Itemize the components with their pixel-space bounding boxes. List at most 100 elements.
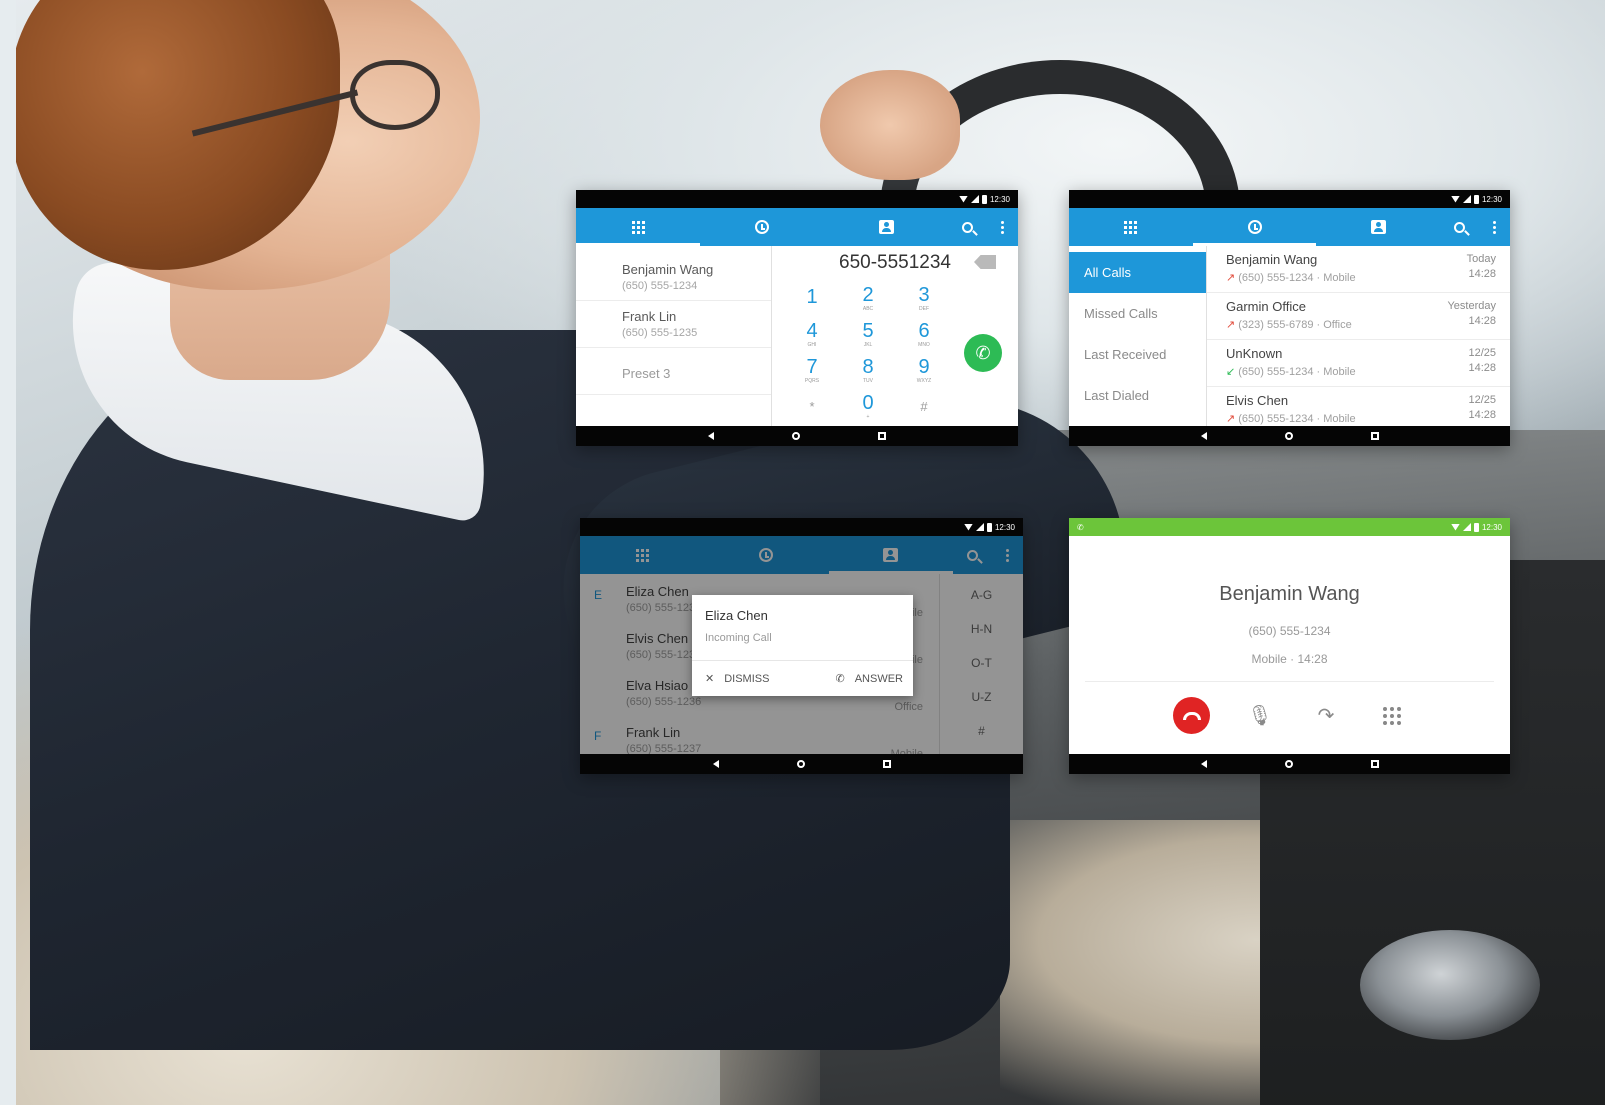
- back-icon[interactable]: [708, 432, 714, 440]
- key-letters: DEF: [919, 305, 929, 312]
- battery-icon: [1473, 522, 1479, 532]
- key-9[interactable]: 9 WXYZ: [896, 352, 952, 388]
- preset-item[interactable]: Benjamin Wang (650) 555-1234: [576, 254, 771, 301]
- outgoing-call-icon: ↗: [1226, 319, 1236, 331]
- filter-missed-calls[interactable]: Missed Calls: [1069, 293, 1206, 334]
- call-log-row[interactable]: Benjamin Wang ↗ (650) 555-1234 · Mobile T…: [1207, 246, 1510, 293]
- home-icon[interactable]: [1284, 432, 1293, 440]
- preset-name: Preset 3: [622, 366, 671, 381]
- status-time: 12:30: [994, 522, 1015, 532]
- key-5[interactable]: 5 JKL: [840, 316, 896, 352]
- home-icon[interactable]: [796, 760, 805, 768]
- system-nav-bar: [580, 754, 1023, 774]
- wifi-icon: [1450, 523, 1460, 531]
- phone-icon: ✆: [835, 673, 845, 685]
- dismiss-label: DISMISS: [724, 672, 770, 685]
- more-options-icon[interactable]: [1001, 220, 1004, 234]
- key-digit: 2: [862, 283, 874, 306]
- outgoing-call-icon: ↗: [1226, 413, 1236, 425]
- key-0[interactable]: 0 +: [840, 388, 896, 424]
- caller-name: UnKnown: [1226, 346, 1283, 361]
- status-bar: ✆ 12:30: [1069, 518, 1510, 536]
- recent-apps-icon[interactable]: [878, 432, 886, 440]
- contacts-screen: 12:30 E Eliza Chen(650) 555-1234 Mobile …: [580, 518, 1023, 774]
- mute-button[interactable]: 🎙: [1244, 700, 1276, 732]
- mic-off-icon: 🎙: [1247, 705, 1273, 727]
- key-hash[interactable]: #: [896, 388, 952, 424]
- recent-apps-icon[interactable]: [1370, 432, 1379, 440]
- app-toolbar: [580, 536, 1023, 574]
- back-icon[interactable]: [1200, 760, 1207, 768]
- back-icon[interactable]: [1200, 432, 1207, 440]
- more-options-icon[interactable]: [1493, 220, 1497, 234]
- signal-icon: [975, 523, 984, 531]
- status-time: 12:30: [989, 194, 1010, 204]
- answer-button[interactable]: ✆ ANSWER: [835, 672, 904, 686]
- call-day: 12/25: [1468, 347, 1496, 359]
- recent-apps-icon[interactable]: [882, 760, 891, 768]
- end-call-button[interactable]: [1173, 697, 1210, 734]
- key-letters: ABC: [862, 305, 874, 312]
- incoming-call-icon: ↙: [1226, 366, 1236, 378]
- key-2[interactable]: 2 ABC: [840, 280, 896, 316]
- back-icon[interactable]: [712, 760, 719, 768]
- key-1[interactable]: 1: [784, 280, 840, 316]
- hang-up-icon: [1182, 711, 1201, 720]
- call-day: 12/25: [1468, 394, 1496, 406]
- recent-apps-icon[interactable]: [1370, 760, 1379, 768]
- call-detail: (650) 555-1234 · Mobile: [1238, 272, 1356, 284]
- key-6[interactable]: 6 MNO: [896, 316, 952, 352]
- filter-all-calls[interactable]: All Calls: [1069, 252, 1206, 293]
- key-digit: 7: [806, 355, 818, 378]
- call-log-row[interactable]: UnKnown ↙ (650) 555-1234 · Mobile 12/25 14…: [1207, 340, 1510, 387]
- tab-dialpad[interactable]: [576, 208, 700, 246]
- home-icon[interactable]: [1284, 760, 1293, 768]
- key-7[interactable]: 7 PQRS: [784, 352, 840, 388]
- key-4[interactable]: 4 GHI: [784, 316, 840, 352]
- glasses: [350, 60, 440, 130]
- key-8[interactable]: 8 TUV: [840, 352, 896, 388]
- preset-list: Benjamin Wang (650) 555-1234 Frank Lin (…: [576, 246, 772, 426]
- key-digit: 6: [918, 319, 930, 342]
- status-bar: 12:30: [1069, 190, 1510, 208]
- tab-recents[interactable]: [1192, 208, 1317, 246]
- tab-dialpad[interactable]: [1069, 208, 1193, 246]
- key-star[interactable]: *: [784, 388, 840, 424]
- preset-item[interactable]: Preset 3: [576, 348, 771, 395]
- keypad-button[interactable]: [1376, 700, 1408, 732]
- call-day: Yesterday: [1447, 300, 1496, 312]
- tab-contacts[interactable]: [824, 208, 948, 246]
- wifi-icon: [958, 195, 968, 203]
- search-icon[interactable]: [1454, 221, 1466, 233]
- call-log-row[interactable]: Garmin Office ↗ (323) 555-6789 · Office Y…: [1207, 293, 1510, 340]
- dismiss-button[interactable]: ✕ DISMISS: [705, 672, 770, 686]
- call-time: 14:28: [1468, 268, 1496, 280]
- call-transfer-icon: ↷: [1317, 705, 1335, 727]
- system-nav-bar: [1069, 426, 1510, 446]
- battery-icon: [986, 522, 992, 532]
- status-bar: 12:30: [576, 190, 1018, 208]
- preset-phone: (650) 555-1235: [622, 327, 698, 339]
- status-time: 12:30: [1481, 522, 1502, 532]
- filter-last-dialed[interactable]: Last Dialed: [1069, 375, 1206, 416]
- call-time: 14:28: [1468, 315, 1496, 327]
- preset-item[interactable]: Frank Lin (650) 555-1235: [576, 301, 771, 348]
- home-icon[interactable]: [792, 432, 800, 440]
- key-3[interactable]: 3 DEF: [896, 280, 952, 316]
- system-nav-bar: [576, 426, 1018, 446]
- signal-icon: [1462, 523, 1471, 531]
- call-detail: (650) 555-1234 · Mobile: [1238, 366, 1356, 378]
- transfer-button[interactable]: ↷: [1310, 700, 1342, 732]
- key-letters: PQRS: [804, 377, 820, 384]
- phone-icon: ✆: [975, 342, 991, 363]
- preset-name: Frank Lin: [622, 309, 677, 324]
- search-icon[interactable]: [962, 221, 973, 233]
- key-digit: 3: [918, 283, 930, 306]
- close-icon: ✕: [705, 673, 715, 685]
- tab-contacts[interactable]: [1316, 208, 1440, 246]
- filter-last-received[interactable]: Last Received: [1069, 334, 1206, 375]
- dialer-screen: 12:30 Benjamin Wang (650) 555-1234 Frank…: [576, 190, 1018, 446]
- contacts-icon: [1370, 220, 1386, 234]
- tab-recents[interactable]: [700, 208, 824, 246]
- call-button[interactable]: ✆: [964, 334, 1002, 372]
